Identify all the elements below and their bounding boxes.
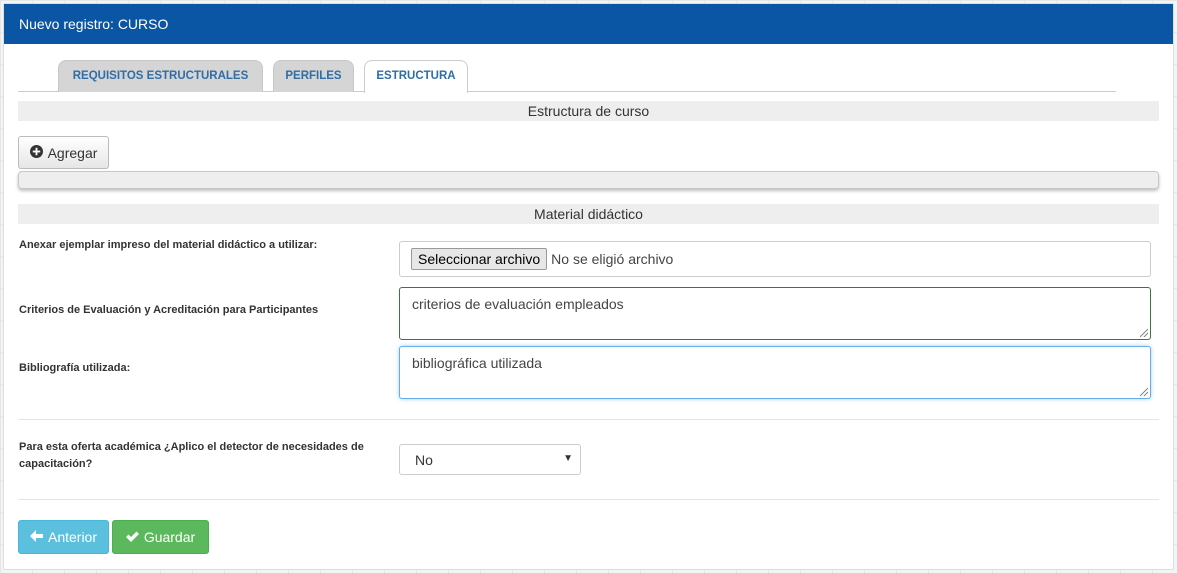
anexar-label: Anexar ejemplar impreso del material did… xyxy=(19,239,318,251)
detector-value: No xyxy=(415,452,433,468)
guardar-button[interactable]: Guardar xyxy=(112,520,209,554)
arrow-left-icon xyxy=(29,529,43,545)
bibliografia-value: bibliográfica utilizada xyxy=(412,355,542,371)
agregar-button[interactable]: Agregar xyxy=(18,136,109,169)
detector-select[interactable]: No ▼ xyxy=(399,444,581,475)
criterios-label: Criterios de Evaluación y Acreditación p… xyxy=(19,304,319,316)
caret-down-icon: ▼ xyxy=(563,453,573,464)
criterios-value: criterios de evaluación empleados xyxy=(412,296,624,312)
section-estructura-title: Estructura de curso xyxy=(18,101,1159,121)
detector-label: Para esta oferta académica ¿Aplico el de… xyxy=(19,441,364,470)
check-icon xyxy=(125,530,139,545)
tab-bar: REQUISITOS ESTRUCTURALES PERFILES ESTRUC… xyxy=(18,60,1116,93)
estructura-list xyxy=(18,171,1159,189)
new-record-panel: Nuevo registro: CURSO REQUISITOS ESTRUCT… xyxy=(3,3,1174,570)
tab-perfiles[interactable]: PERFILES xyxy=(273,60,354,92)
section-material-title: Material didáctico xyxy=(18,204,1159,224)
resize-handle[interactable] xyxy=(1140,329,1148,337)
criterios-textarea[interactable]: criterios de evaluación empleados xyxy=(399,287,1151,340)
divider xyxy=(18,419,1159,420)
file-input[interactable]: Seleccionar archivo No se eligió archivo xyxy=(399,241,1151,277)
tab-requisitos-estructurales[interactable]: REQUISITOS ESTRUCTURALES xyxy=(58,60,263,92)
panel-title: Nuevo registro: CURSO xyxy=(4,4,1173,44)
anterior-label: Anterior xyxy=(47,529,98,545)
anterior-button[interactable]: Anterior xyxy=(18,520,109,554)
resize-handle[interactable] xyxy=(1140,388,1148,396)
file-status: No se eligió archivo xyxy=(551,251,674,267)
divider xyxy=(18,499,1159,500)
bibliografia-label: Bibliografía utilizada: xyxy=(19,362,131,374)
tab-estructura[interactable]: ESTRUCTURA xyxy=(364,60,468,93)
guardar-label: Guardar xyxy=(143,529,196,545)
plus-circle-icon xyxy=(29,144,43,161)
select-file-button[interactable]: Seleccionar archivo xyxy=(411,248,548,270)
bibliografia-textarea[interactable]: bibliográfica utilizada xyxy=(399,346,1151,399)
agregar-label: Agregar xyxy=(47,144,98,161)
